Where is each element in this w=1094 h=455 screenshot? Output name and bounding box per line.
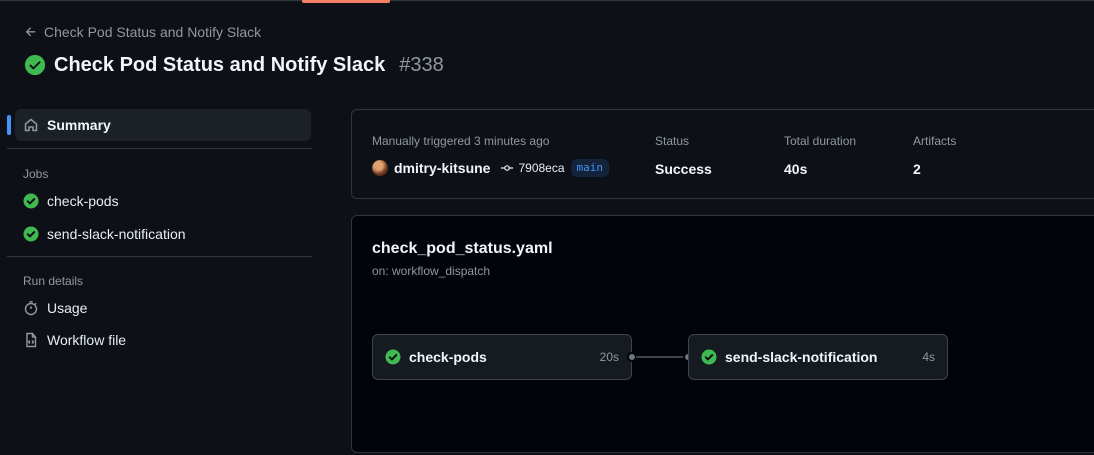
job-name: send-slack-notification: [725, 349, 878, 365]
job-duration: 4s: [922, 350, 935, 364]
run-details-heading: Run details: [23, 274, 84, 288]
graph-connector-line: [636, 356, 684, 358]
file-code-icon: [23, 332, 39, 348]
sidebar-item-label: Usage: [47, 300, 88, 316]
git-commit-icon: [501, 165, 514, 171]
run-summary-card: Manually triggered 3 minutes ago dmitry-…: [351, 109, 1094, 199]
run-number: #338: [399, 53, 444, 76]
back-link-label: Check Pod Status and Notify Slack: [44, 24, 262, 40]
status-stat: Status Success: [655, 134, 712, 179]
page-title: Check Pod Status and Notify Slack: [54, 53, 386, 76]
trigger-info: Manually triggered 3 minutes ago dmitry-…: [372, 134, 610, 178]
sidebar-divider: [7, 148, 312, 149]
sidebar-item-send-slack-notification[interactable]: send-slack-notification: [7, 222, 312, 246]
commit-link[interactable]: 7908eca: [500, 161, 565, 175]
success-check-icon: [23, 226, 39, 242]
jobs-heading: Jobs: [23, 167, 49, 181]
sidebar-item-workflow-file[interactable]: Workflow file: [7, 328, 312, 352]
duration-stat: Total duration 40s: [784, 134, 856, 179]
sidebar-item-label: send-slack-notification: [47, 226, 186, 242]
status-label: Status: [655, 134, 690, 148]
artifacts-value[interactable]: 2: [913, 159, 956, 179]
back-link[interactable]: Check Pod Status and Notify Slack: [24, 22, 444, 42]
success-check-icon: [385, 349, 401, 365]
sidebar-divider: [7, 256, 312, 257]
artifacts-label: Artifacts: [913, 134, 957, 148]
actor-link[interactable]: dmitry-kitsune: [394, 160, 490, 176]
arrow-left-icon: [25, 27, 36, 37]
avatar[interactable]: [372, 160, 388, 176]
sidebar-item-label: Summary: [47, 117, 111, 133]
duration-value: 40s: [784, 161, 808, 177]
workflow-graph-card: check_pod_status.yaml on: workflow_dispa…: [351, 215, 1094, 453]
job-duration: 20s: [599, 350, 619, 364]
workflow-file-name: check_pod_status.yaml: [372, 240, 553, 257]
artifacts-stat: Artifacts 2: [913, 134, 956, 179]
job-node-send-slack-notification[interactable]: send-slack-notification 4s: [688, 334, 948, 380]
success-check-icon: [701, 349, 717, 365]
sidebar-item-check-pods[interactable]: check-pods: [7, 189, 312, 213]
success-check-icon: [24, 54, 46, 76]
title-row: Check Pod Status and Notify Slack #338: [24, 50, 444, 80]
trigger-row: dmitry-kitsune 7908eca main: [372, 158, 610, 178]
sidebar-item-summary[interactable]: Summary: [7, 109, 311, 141]
duration-label: Total duration: [784, 134, 857, 148]
stopwatch-icon: [23, 300, 39, 316]
sidebar: Summary Jobs check-pods send-slack-notif…: [7, 109, 312, 352]
job-name: check-pods: [409, 349, 487, 365]
run-details-list: Usage Workflow file: [7, 296, 312, 352]
sidebar-item-usage[interactable]: Usage: [7, 296, 312, 320]
branch-label[interactable]: main: [570, 159, 610, 177]
sidebar-item-label: Workflow file: [47, 332, 127, 348]
trigger-text: Manually triggered 3 minutes ago: [372, 134, 550, 148]
sidebar-item-label: check-pods: [47, 193, 119, 209]
active-tab-indicator: [302, 0, 390, 3]
page-header: Check Pod Status and Notify Slack Check …: [24, 22, 444, 80]
status-value: Success: [655, 161, 712, 177]
home-icon: [24, 118, 38, 132]
jobs-list: check-pods send-slack-notification: [7, 189, 312, 246]
success-check-icon: [23, 193, 39, 209]
workflow-trigger: on: workflow_dispatch: [372, 264, 491, 278]
job-node-check-pods[interactable]: check-pods 20s: [372, 334, 632, 380]
top-border: [0, 0, 1094, 1]
commit-sha: 7908eca: [518, 161, 565, 175]
